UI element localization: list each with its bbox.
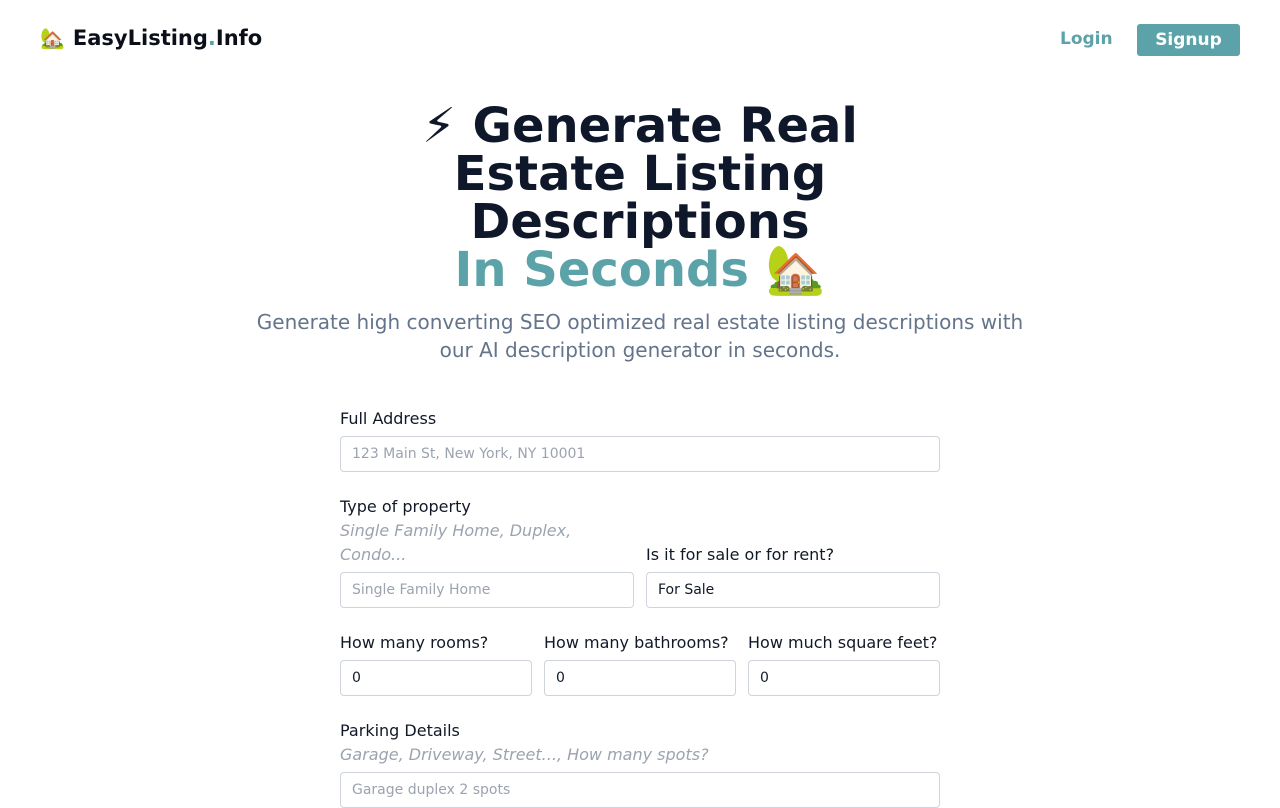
hero-title-main: Generate Real Estate Listing Description… [453,98,858,250]
address-input[interactable] [340,436,940,472]
house-with-garden-icon: 🏡 [40,26,65,50]
brand-logo[interactable]: 🏡 EasyListing.Info [40,26,262,50]
signup-button[interactable]: Signup [1137,24,1240,56]
bathrooms-input[interactable] [544,660,736,696]
rooms-label: How many rooms? [340,633,489,652]
navbar: 🏡 EasyListing.Info Login Signup [0,0,1280,80]
address-label: Full Address [340,409,437,428]
square-feet-label: How much square feet? [748,633,938,652]
bathrooms-label: How many bathrooms? [544,633,729,652]
square-feet-input[interactable] [748,660,940,696]
property-type-hint: Single Family Home, Duplex, Condo... [340,521,572,564]
property-type-input[interactable] [340,572,634,608]
parking-input[interactable] [340,772,940,808]
hero-title-accent: In Seconds 🏡 [454,242,826,298]
sale-or-rent-label: Is it for sale or for rent? [646,545,835,564]
sale-or-rent-input[interactable] [646,572,940,608]
hero-subtitle: Generate high converting SEO optimized r… [256,310,1024,362]
brand-name: EasyListing.Info [72,26,263,50]
house-with-garden-icon: 🏡 [765,242,826,298]
lightning-icon: ⚡ [422,98,456,154]
hero-title: ⚡ Generate Real Estate Listing Descripti… [340,102,940,294]
parking-hint: Garage, Driveway, Street..., How many sp… [340,745,709,764]
parking-label: Parking Details [340,721,460,740]
property-type-label: Type of property [340,497,471,516]
rooms-input[interactable] [340,660,532,696]
login-link[interactable]: Login [1060,29,1113,49]
